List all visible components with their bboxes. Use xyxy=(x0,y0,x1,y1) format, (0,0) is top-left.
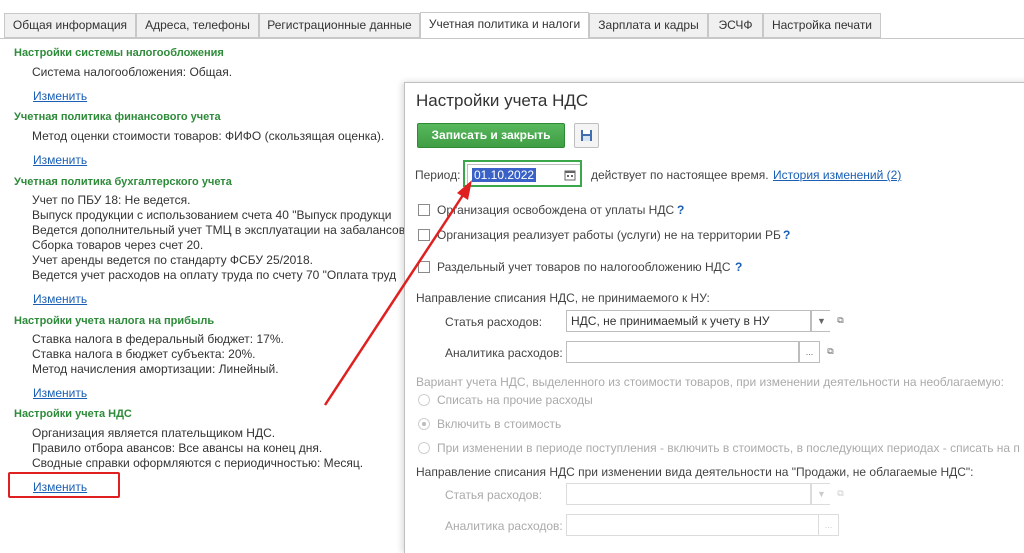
annotation-arrow xyxy=(323,180,472,406)
